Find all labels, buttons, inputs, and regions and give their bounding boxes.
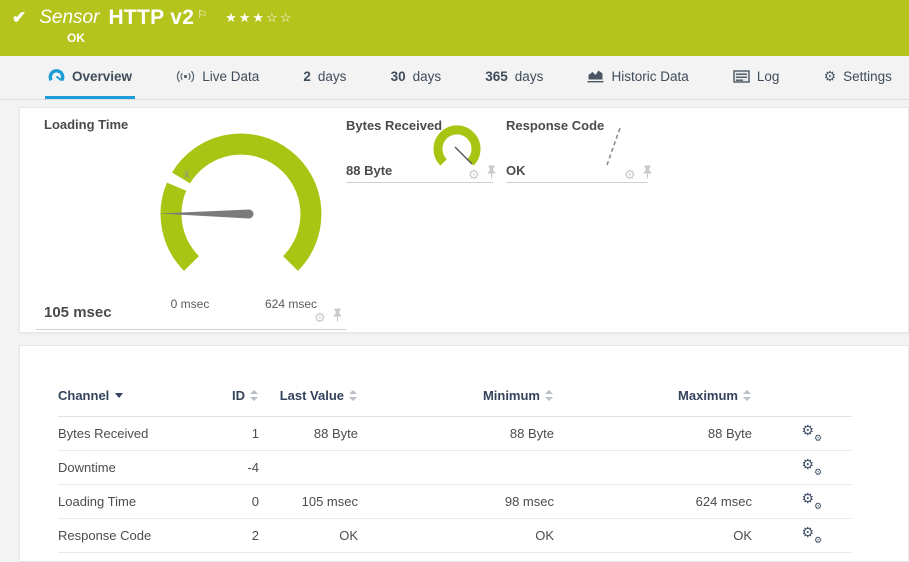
- tab-label: Historic Data: [611, 69, 688, 84]
- channel-last-value: 105 msec: [259, 485, 358, 519]
- tab-30-days[interactable]: 30 days: [388, 56, 445, 99]
- table-header-row: Channel ID Last Value Minimum Maximum: [58, 388, 852, 417]
- channel-last-value: 88 Byte: [259, 417, 358, 451]
- tab-label: Log: [757, 69, 780, 84]
- channel-maximum: 88 Byte: [554, 417, 752, 451]
- channel-minimum: 98 msec: [358, 485, 554, 519]
- tab-label: days: [515, 69, 544, 84]
- tab-prefix: 365: [485, 69, 508, 84]
- column-header-minimum[interactable]: Minimum: [358, 388, 554, 417]
- sort-icon: [545, 390, 554, 401]
- flag-icon[interactable]: ⚐: [197, 8, 207, 21]
- gear-icon: ⚙: [824, 69, 837, 83]
- channels-card: Channel ID Last Value Minimum Maximum By…: [19, 345, 909, 562]
- column-header-maximum[interactable]: Maximum: [554, 388, 752, 417]
- tab-label: Settings: [843, 69, 892, 84]
- gauge-title-loading-time: Loading Time: [44, 117, 128, 132]
- column-header-id[interactable]: ID: [208, 388, 259, 417]
- column-header-channel[interactable]: Channel: [58, 388, 208, 417]
- gear-icon[interactable]: ⚙: [624, 168, 636, 181]
- panel-divider: [346, 182, 493, 183]
- channel-id: 1: [208, 417, 259, 451]
- table-row: Bytes Received 1 88 Byte 88 Byte 88 Byte…: [58, 417, 852, 451]
- gauge-title-response-code: Response Code: [506, 118, 604, 133]
- channel-minimum: 88 Byte: [358, 417, 554, 451]
- channel-id: 2: [208, 519, 259, 553]
- sensor-status-badge: OK: [12, 31, 895, 45]
- bytes-received-value: 88 Byte: [346, 163, 392, 178]
- sensor-header: ✔ Sensor HTTP v2 ⚐ ★★★☆☆ OK: [0, 0, 909, 56]
- gauges-card: Loading Time x̄ 0 msec 624 msec 105 msec…: [19, 107, 909, 333]
- sort-icon: [349, 390, 358, 401]
- tab-label: days: [318, 69, 347, 84]
- gear-icon[interactable]: ⚙: [468, 168, 480, 181]
- tab-prefix: 2: [303, 69, 311, 84]
- sort-caret-icon: [115, 393, 123, 398]
- status-check-icon: ✔: [12, 8, 26, 28]
- table-row: Downtime -4 ⚙⚙: [58, 451, 852, 485]
- gauge-needle: [455, 147, 472, 164]
- sensor-title: HTTP v2: [108, 6, 194, 30]
- tab-live-data[interactable]: Live Data: [173, 56, 262, 99]
- tab-label: Live Data: [202, 69, 259, 84]
- tab-overview[interactable]: Overview: [45, 56, 135, 99]
- average-marker: x̄: [184, 169, 190, 181]
- panel-divider: [36, 329, 346, 330]
- column-header-last-value[interactable]: Last Value: [259, 388, 358, 417]
- tab-2-days[interactable]: 2 days: [300, 56, 349, 99]
- channel-maximum: [554, 451, 752, 485]
- response-code-value: OK: [506, 163, 526, 178]
- channel-id: -4: [208, 451, 259, 485]
- gauge-title-bytes-received: Bytes Received: [346, 118, 442, 133]
- area-chart-icon: [587, 69, 604, 83]
- gauge-min-label: 0 msec: [171, 297, 210, 311]
- sensor-kind-label: Sensor: [39, 7, 99, 29]
- panel-actions: ⚙: [314, 308, 343, 327]
- tab-settings[interactable]: ⚙ Settings: [821, 56, 895, 99]
- channel-id: 0: [208, 485, 259, 519]
- broadcast-icon: [176, 70, 195, 83]
- channel-minimum: [358, 451, 554, 485]
- loading-time-gauge: [151, 124, 331, 304]
- gear-icon[interactable]: ⚙: [314, 311, 326, 324]
- sort-icon: [250, 390, 259, 401]
- priority-stars[interactable]: ★★★☆☆: [225, 10, 293, 26]
- loading-time-value: 105 msec: [44, 304, 112, 321]
- log-list-icon: [733, 70, 750, 83]
- tab-prefix: 30: [391, 69, 406, 84]
- tab-label: days: [413, 69, 442, 84]
- gauge-needle: [607, 128, 620, 165]
- channel-maximum: OK: [554, 519, 752, 553]
- channel-last-value: [259, 451, 358, 485]
- sort-icon: [743, 390, 752, 401]
- channel-name: Downtime: [58, 451, 208, 485]
- channel-name: Bytes Received: [58, 417, 208, 451]
- channel-maximum: 624 msec: [554, 485, 752, 519]
- tab-365-days[interactable]: 365 days: [482, 56, 546, 99]
- tab-label: Overview: [72, 69, 132, 84]
- table-row: Response Code 2 OK OK OK ⚙⚙: [58, 519, 852, 553]
- channel-table: Channel ID Last Value Minimum Maximum By…: [58, 388, 852, 553]
- gauge-max-label: 624 msec: [265, 297, 317, 311]
- panel-divider: [506, 182, 648, 183]
- pin-icon[interactable]: [332, 308, 343, 327]
- channel-name: Response Code: [58, 519, 208, 553]
- channel-minimum: OK: [358, 519, 554, 553]
- tab-bar: Overview Live Data 2 days 30 days 365 da…: [0, 56, 909, 100]
- channel-last-value: OK: [259, 519, 358, 553]
- channel-name: Loading Time: [58, 485, 208, 519]
- tab-historic-data[interactable]: Historic Data: [584, 56, 691, 99]
- table-row: Loading Time 0 105 msec 98 msec 624 msec…: [58, 485, 852, 519]
- tab-log[interactable]: Log: [730, 56, 783, 99]
- stars-empty: ☆☆: [266, 10, 293, 25]
- column-header-actions: [752, 388, 852, 417]
- stars-filled: ★★★: [225, 10, 266, 25]
- gauge-icon: [48, 68, 65, 84]
- response-code-gauge: [601, 124, 627, 168]
